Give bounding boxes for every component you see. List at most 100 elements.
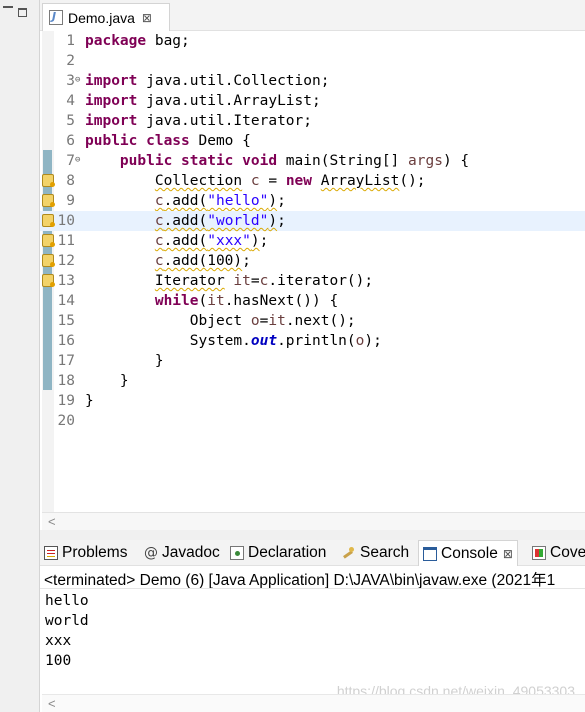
code-text: while(it.hasNext()) { xyxy=(154,293,339,309)
console-icon xyxy=(423,546,437,561)
code-text: package bag; xyxy=(85,33,190,49)
code-text: public class Demo { xyxy=(85,133,251,149)
code-line[interactable]: 12 c.add(100); xyxy=(40,251,585,271)
code-line[interactable]: 10 c.add("world"); xyxy=(40,211,585,231)
line-number: 3 xyxy=(66,73,75,89)
code-line[interactable]: 5 import java.util.Iterator; xyxy=(40,111,585,131)
code-line[interactable]: 8 Collection c = new ArrayList(); xyxy=(40,171,585,191)
tab-label: Problems xyxy=(62,544,128,561)
tab-javadoc[interactable]: @ Javadoc xyxy=(144,540,220,566)
code-text: System.out.println(o); xyxy=(85,333,382,349)
tab-label: Console xyxy=(441,544,498,562)
code-line[interactable]: 1 package bag; xyxy=(40,31,585,51)
warning-icon[interactable] xyxy=(42,174,55,187)
line-number: 12 xyxy=(57,253,75,269)
code-text: Object o=it.next(); xyxy=(85,313,356,329)
code-line[interactable]: 20 xyxy=(40,411,585,431)
minimize-icon[interactable] xyxy=(3,6,13,8)
tab-problems[interactable]: Problems xyxy=(44,540,127,566)
console-horizontal-scrollbar[interactable]: < xyxy=(42,694,585,712)
code-text: c.add(100); xyxy=(154,253,251,269)
code-text: import java.util.Iterator; xyxy=(85,113,312,129)
tab-declaration[interactable]: Declaration xyxy=(230,540,326,566)
declaration-icon xyxy=(230,546,244,560)
editor-tab-label: Demo.java xyxy=(68,9,135,26)
code-text: Iterator it=c.iterator(); xyxy=(154,273,374,289)
code-line[interactable]: 2 xyxy=(40,51,585,71)
code-line[interactable]: 13 Iterator it=c.iterator(); xyxy=(40,271,585,291)
code-line[interactable]: 15 Object o=it.next(); xyxy=(40,311,585,331)
tab-console[interactable]: Console ⊠ xyxy=(418,540,518,566)
tab-label: Javadoc xyxy=(162,544,220,561)
fold-toggle-icon[interactable]: ⊖ xyxy=(75,71,80,89)
close-icon[interactable]: ⊠ xyxy=(142,11,152,25)
console-output-line: world xyxy=(45,613,89,629)
code-line[interactable]: 9 c.add("hello"); xyxy=(40,191,585,211)
line-number: 2 xyxy=(66,53,75,69)
fold-toggle-icon[interactable]: ⊖ xyxy=(75,151,80,169)
code-line[interactable]: 3 ⊖ import java.util.Collection; xyxy=(40,71,585,91)
line-number: 13 xyxy=(57,273,75,289)
code-line[interactable]: 7 ⊖ public static void main(String[] args… xyxy=(40,151,585,171)
code-text: import java.util.Collection; xyxy=(85,73,330,89)
code-line[interactable]: 18 } xyxy=(40,371,585,391)
console-output-line: hello xyxy=(45,593,89,609)
warning-icon[interactable] xyxy=(42,254,55,267)
tab-label: Cove xyxy=(550,544,585,561)
console-output-line: xxx xyxy=(45,633,72,649)
search-icon xyxy=(342,546,356,560)
code-line[interactable]: 4 import java.util.ArrayList; xyxy=(40,91,585,111)
code-text: c.add("world"); xyxy=(154,213,286,229)
code-line[interactable]: 11 c.add("xxx"); xyxy=(40,231,585,251)
code-line[interactable]: 14 while(it.hasNext()) { xyxy=(40,291,585,311)
scroll-left-icon[interactable]: < xyxy=(48,695,56,712)
warning-icon[interactable] xyxy=(42,234,55,247)
console-view[interactable]: <terminated> Demo (6) [Java Application]… xyxy=(40,566,585,712)
code-line[interactable]: 6 public class Demo { xyxy=(40,131,585,151)
code-text: public static void main(String[] args) { xyxy=(119,153,470,169)
code-text: c.add("xxx"); xyxy=(154,233,269,249)
view-tab-bar: Problems @ Javadoc Declaration Search Console… xyxy=(40,540,585,566)
editor-tab-demo-java[interactable]: Demo.java ⊠ xyxy=(42,3,170,31)
scroll-left-icon[interactable]: < xyxy=(48,513,56,530)
code-text: } xyxy=(85,353,164,369)
line-number: 11 xyxy=(57,233,75,249)
console-output-line: 100 xyxy=(45,653,72,669)
code-line[interactable]: 17 } xyxy=(40,351,585,371)
line-number: 15 xyxy=(57,313,75,329)
line-number: 9 xyxy=(66,193,75,209)
tab-label: Search xyxy=(360,544,410,561)
warning-icon[interactable] xyxy=(42,274,55,287)
code-line[interactable]: 19} xyxy=(40,391,585,411)
line-number: 20 xyxy=(57,413,75,429)
warning-icon[interactable] xyxy=(42,214,55,227)
line-number: 10 xyxy=(57,213,75,229)
collapsed-view-strip xyxy=(0,0,40,712)
line-number: 7 xyxy=(66,153,75,169)
tab-cove[interactable]: Cove xyxy=(532,540,585,566)
close-icon[interactable]: ⊠ xyxy=(503,547,513,561)
console-process-label: <terminated> Demo (6) [Java Application]… xyxy=(44,572,556,589)
line-number: 19 xyxy=(57,393,75,409)
coverage-icon xyxy=(532,546,546,560)
line-number: 4 xyxy=(66,93,75,109)
line-number: 14 xyxy=(57,293,75,309)
javadoc-icon: @ xyxy=(144,545,158,561)
code-text: } xyxy=(85,393,94,409)
tab-search[interactable]: Search xyxy=(342,540,409,566)
tab-label: Declaration xyxy=(248,544,327,561)
warning-icon[interactable] xyxy=(42,194,55,207)
code-line[interactable]: 16 System.out.println(o); xyxy=(40,331,585,351)
code-editor[interactable]: 1 package bag; 2 3 ⊖ import java.util.Collect… xyxy=(40,31,585,512)
code-text: } xyxy=(85,373,129,389)
panel-separator xyxy=(40,530,585,540)
java-file-icon xyxy=(49,10,63,25)
maximize-icon[interactable] xyxy=(18,8,27,17)
editor-horizontal-scrollbar[interactable]: < xyxy=(42,512,585,530)
code-text: Collection c = new ArrayList(); xyxy=(154,173,426,189)
line-number: 1 xyxy=(66,33,75,49)
line-number: 5 xyxy=(66,113,75,129)
line-number: 16 xyxy=(57,333,75,349)
editor-tab-bar: Demo.java ⊠ xyxy=(40,0,585,31)
line-number: 8 xyxy=(66,173,75,189)
